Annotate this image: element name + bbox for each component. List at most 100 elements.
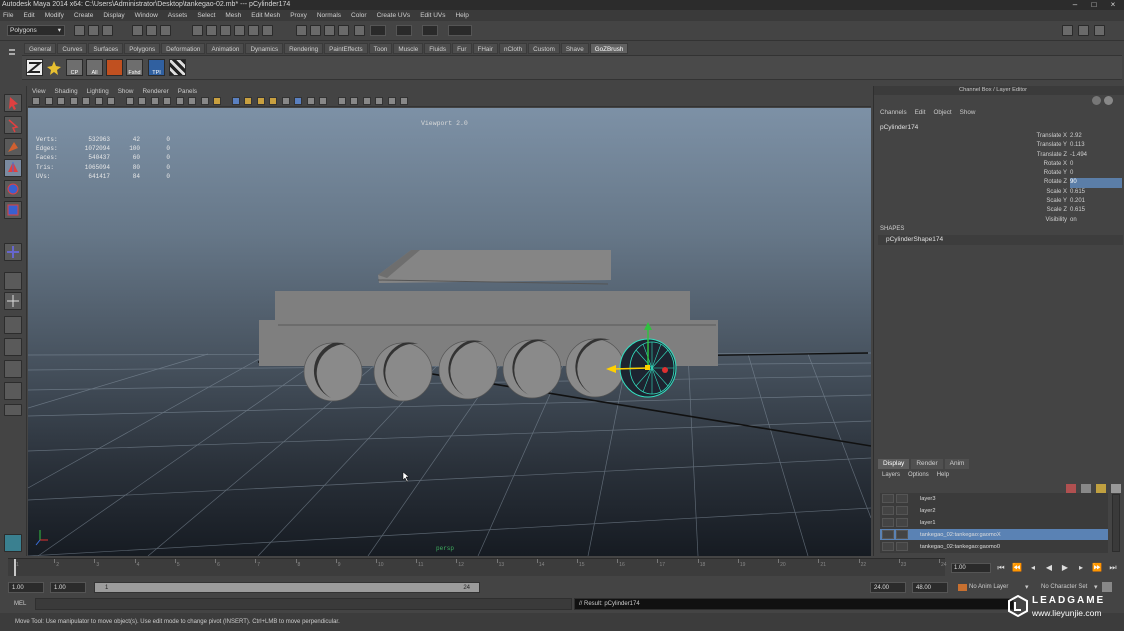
workspace-icon[interactable]	[4, 534, 22, 552]
channel-value[interactable]: 90	[1070, 178, 1122, 188]
manipulator-tool-icon[interactable]	[4, 243, 22, 261]
gozbrush-icon[interactable]	[26, 59, 43, 76]
safe-action-icon[interactable]	[175, 97, 184, 105]
channel-translate-x[interactable]: Translate X 2.92	[994, 132, 1124, 141]
shelf-tab-toon[interactable]: Toon	[368, 43, 393, 54]
xray-joints-icon[interactable]	[350, 97, 358, 105]
time-slider[interactable]: 1 2 3 4 5 6 7 8 9 10 11 12 13 14 15 16 17 18 19 20 21 22 23 24	[8, 558, 947, 576]
transform-z-field[interactable]	[422, 25, 438, 36]
character-set-label[interactable]: No Character Set	[1041, 582, 1087, 593]
current-frame-field[interactable]: 1.00	[951, 563, 991, 573]
snap-grid-icon[interactable]	[192, 25, 203, 36]
layer-row[interactable]: layer2	[880, 505, 1108, 516]
shelf-tab-polygons[interactable]: Polygons	[124, 43, 161, 54]
film-gate-icon[interactable]	[125, 97, 134, 105]
layer-visibility-toggle[interactable]	[882, 542, 894, 551]
channel-value[interactable]: 0.113	[1070, 141, 1122, 150]
viewport-menu-view[interactable]: View	[32, 88, 46, 95]
layer-row[interactable]: tankegao_02:tankegao:gaomo0	[880, 541, 1108, 552]
playhead[interactable]	[14, 559, 16, 576]
shelf-cp-button[interactable]: CP	[66, 59, 83, 76]
channel-scale-z[interactable]: Scale Z 0.615	[994, 206, 1124, 215]
layer-select-icon[interactable]	[1111, 484, 1121, 493]
shadows-icon[interactable]	[269, 97, 277, 105]
menu-mesh[interactable]: Mesh	[225, 12, 241, 19]
chevron-down-icon[interactable]: ▾	[1094, 582, 1098, 593]
textured-icon[interactable]	[244, 97, 252, 105]
layer-visibility-toggle[interactable]	[882, 530, 894, 539]
layer-type-toggle[interactable]	[896, 518, 908, 527]
playback-end-field[interactable]: 24.00	[870, 582, 906, 593]
channel-visibility[interactable]: Visibility on	[994, 216, 1124, 225]
channel-translate-z[interactable]: Translate Z -1.494	[994, 151, 1124, 160]
transform-x-field[interactable]	[370, 25, 386, 36]
layout-graph-icon[interactable]	[4, 338, 22, 356]
object-name[interactable]: pCylinder174	[880, 124, 918, 131]
channel-menu-show[interactable]: Show	[960, 109, 976, 116]
anim-layer-label[interactable]: No Anim Layer	[969, 582, 1008, 593]
select-tool-icon[interactable]	[4, 94, 22, 112]
menu-edit-mesh[interactable]: Edit Mesh	[251, 12, 280, 19]
play-backward-icon[interactable]: ◀	[1043, 563, 1055, 574]
menu-file[interactable]: File	[3, 12, 13, 19]
gate-mask-icon[interactable]	[150, 97, 159, 105]
layout-four-icon[interactable]	[4, 292, 22, 310]
shelf-tab-surfaces[interactable]: Surfaces	[88, 43, 124, 54]
layer-type-toggle[interactable]	[896, 506, 908, 515]
smooth-shade-icon[interactable]	[213, 97, 221, 105]
camera-attr-icon[interactable]	[44, 97, 53, 105]
shelf-tab-shave[interactable]: Shave	[560, 43, 589, 54]
channel-rotate-x[interactable]: Rotate X0	[994, 160, 1124, 169]
snap-curve-icon[interactable]	[206, 25, 217, 36]
move-tool-icon[interactable]	[4, 159, 22, 177]
backface-cull-icon[interactable]	[375, 97, 383, 105]
snap-plane-icon[interactable]	[234, 25, 245, 36]
mel-label[interactable]: MEL	[14, 599, 26, 609]
menu-color[interactable]: Color	[351, 12, 367, 19]
shelf-tab-fluids[interactable]: Fluids	[424, 43, 452, 54]
viewport-menu-show[interactable]: Show	[118, 88, 134, 95]
range-slider[interactable]: 1 24	[94, 582, 480, 593]
step-forward-frame-icon[interactable]: ▸	[1075, 563, 1087, 574]
isolate-select-icon[interactable]	[319, 97, 327, 105]
shelf-tool-icon[interactable]	[106, 59, 123, 76]
rotate-tool-icon[interactable]	[4, 180, 22, 198]
channel-box-icon[interactable]	[1094, 25, 1105, 36]
snap-surface-icon[interactable]	[248, 25, 259, 36]
channel-value[interactable]: 0	[1070, 160, 1122, 169]
channel-value[interactable]: 0.615	[1070, 206, 1122, 215]
playback-start-field[interactable]: 1.00	[50, 582, 86, 593]
layer-type-toggle[interactable]	[896, 494, 908, 503]
save-scene-icon[interactable]	[102, 25, 113, 36]
attribute-editor-icon[interactable]	[1062, 25, 1073, 36]
layer-menu-options[interactable]: Options	[908, 472, 929, 478]
go-to-start-icon[interactable]: ⏮	[995, 563, 1007, 574]
layout-outliner-icon[interactable]	[4, 316, 22, 334]
field-chart-icon[interactable]	[163, 97, 171, 105]
shelf-all-button[interactable]: All	[86, 59, 103, 76]
layer-menu-help[interactable]: Help	[937, 472, 949, 478]
menu-edit-uvs[interactable]: Edit UVs	[420, 12, 445, 19]
channel-rotate-y[interactable]: Rotate Y0	[994, 169, 1124, 178]
menu-window[interactable]: Window	[135, 12, 158, 19]
layout-custom-icon[interactable]	[4, 382, 22, 400]
new-scene-icon[interactable]	[74, 25, 85, 36]
layout-more-icon[interactable]	[4, 404, 22, 416]
shelf-tab-ncloth[interactable]: nCloth	[498, 43, 528, 54]
channel-scale-x[interactable]: Scale X 0.615	[994, 188, 1124, 197]
end-time-field[interactable]: 48.00	[912, 582, 948, 593]
viewport-menu-lighting[interactable]: Lighting	[87, 88, 109, 95]
channel-value[interactable]: 0	[1070, 169, 1122, 178]
layer-tab-display[interactable]: Display	[878, 459, 910, 469]
viewport-menu-panels[interactable]: Panels	[178, 88, 197, 95]
channel-menu-edit[interactable]: Edit	[915, 109, 926, 116]
menu-normals[interactable]: Normals	[317, 12, 341, 19]
layer-visibility-toggle[interactable]	[882, 506, 894, 515]
shelf-tab-fur[interactable]: Fur	[452, 43, 472, 54]
channel-scale-y[interactable]: Scale Y 0.201	[994, 197, 1124, 206]
2d-pan-icon[interactable]	[82, 97, 90, 105]
layer-visibility-toggle[interactable]	[882, 494, 894, 503]
motion-blur-icon[interactable]	[294, 97, 302, 105]
camera-icon[interactable]	[32, 97, 40, 105]
use-all-lights-icon[interactable]	[256, 97, 265, 105]
